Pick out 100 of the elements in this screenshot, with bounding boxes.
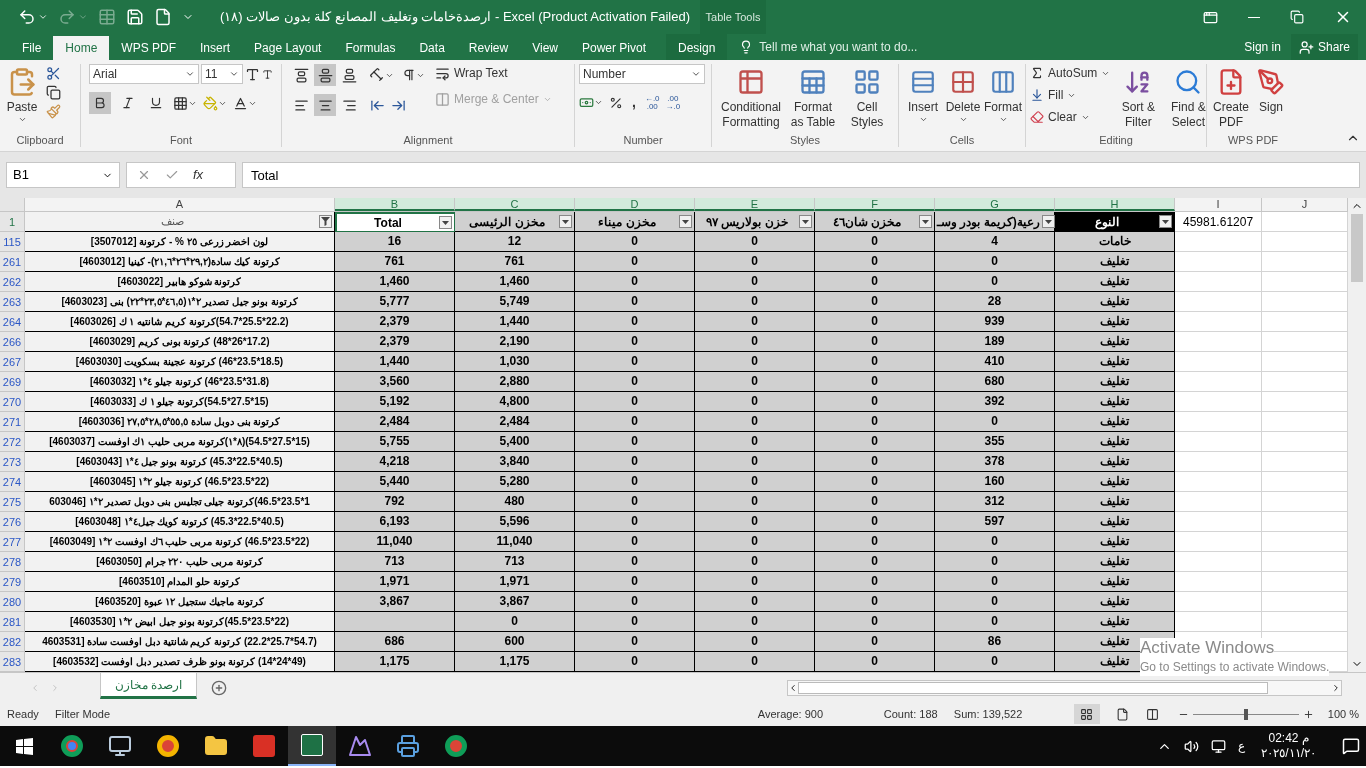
clock[interactable]: 02:42 م ٢٠٢٥/١١/٢٠ <box>1257 731 1320 761</box>
menu-tab[interactable]: Power Pivot <box>569 36 658 60</box>
row-number[interactable]: 280 <box>0 592 25 612</box>
menu-tab[interactable]: Page Layout <box>242 36 334 60</box>
center-button[interactable] <box>314 94 336 116</box>
cancel-button[interactable] <box>137 168 151 182</box>
menu-tab[interactable]: Data <box>407 36 457 60</box>
pdf-button[interactable]: Sign <box>1251 64 1291 130</box>
comma-style-button[interactable]: , <box>629 92 639 113</box>
share-button[interactable]: Share <box>1290 34 1358 60</box>
font-size-dropdown[interactable]: 11 <box>201 64 243 84</box>
pdf-button[interactable]: Create PDF <box>1211 64 1251 130</box>
menu-tab[interactable]: Design <box>666 36 728 60</box>
scrollbar-thumb[interactable] <box>798 681 1269 694</box>
percent-button[interactable] <box>609 95 623 110</box>
filter-applied-button[interactable] <box>319 215 332 228</box>
menu-tab[interactable]: Review <box>456 36 521 60</box>
editing-button[interactable]: Sort & Filter <box>1116 64 1161 130</box>
middle-align-button[interactable] <box>314 64 336 86</box>
row-number[interactable]: 267 <box>0 352 25 372</box>
column-header[interactable]: E <box>695 198 815 211</box>
column-header[interactable]: D <box>575 198 695 211</box>
notifications-button[interactable] <box>1342 737 1360 755</box>
formula-field[interactable]: Total <box>242 162 1360 188</box>
copy-button[interactable] <box>46 85 61 100</box>
menu-tab[interactable]: View <box>520 36 570 60</box>
styles-button[interactable]: Cell Styles <box>840 64 894 130</box>
menu-tab[interactable]: Insert <box>188 36 243 60</box>
zoom-slider-thumb[interactable] <box>1243 708 1248 720</box>
menu-tab[interactable]: Formulas <box>333 36 408 60</box>
filter-dropdown-button[interactable] <box>1159 215 1172 228</box>
editing-button[interactable]: Find & Select <box>1166 64 1211 130</box>
ribbon-display-button[interactable] <box>1203 9 1218 25</box>
menu-tab[interactable]: WPS PDF <box>109 36 189 60</box>
borders-button[interactable] <box>173 95 197 111</box>
paste-button[interactable]: Paste <box>4 64 40 124</box>
row-number[interactable]: 277 <box>0 532 25 552</box>
accounting-format-button[interactable] <box>579 95 603 110</box>
decimal-button[interactable]: .00 →.0 <box>665 94 681 111</box>
editing-button[interactable]: Clear <box>1030 108 1111 126</box>
sign-in-link[interactable]: Sign in <box>1234 38 1291 56</box>
number-format-dropdown[interactable]: Number <box>579 64 705 84</box>
column-header[interactable]: B <box>335 198 455 211</box>
filter-dropdown-button[interactable] <box>919 215 932 228</box>
row-number[interactable]: 283 <box>0 652 25 672</box>
row-number[interactable]: 271 <box>0 412 25 432</box>
zoom-in-button[interactable] <box>1302 708 1314 720</box>
filter-dropdown-button[interactable] <box>559 215 572 228</box>
row-number[interactable]: 272 <box>0 432 25 452</box>
font-color-button[interactable] <box>233 95 257 111</box>
taskbar-button[interactable] <box>288 726 336 766</box>
row-number[interactable]: 1 <box>0 212 25 232</box>
name-box[interactable]: B1 <box>6 162 120 188</box>
grow-font-button[interactable] <box>245 66 260 82</box>
row-number[interactable]: 276 <box>0 512 25 532</box>
cells-button[interactable]: Insert <box>903 64 943 124</box>
row-number[interactable]: 278 <box>0 552 25 572</box>
column-header[interactable]: G <box>935 198 1055 211</box>
editing-button[interactable]: AutoSum <box>1030 64 1111 82</box>
row-number[interactable]: 261 <box>0 252 25 272</box>
styles-button[interactable]: Conditional Formatting <box>716 64 786 130</box>
filter-dropdown-button[interactable] <box>799 215 812 228</box>
enter-button[interactable] <box>165 168 179 182</box>
new-file-button[interactable] <box>154 8 172 26</box>
row-number[interactable]: 274 <box>0 472 25 492</box>
column-header[interactable]: H <box>1055 198 1175 211</box>
scrollbar-thumb[interactable] <box>1351 214 1363 282</box>
cells-button[interactable]: Format <box>983 64 1023 124</box>
cut-button[interactable] <box>46 66 61 81</box>
save-button[interactable] <box>126 8 144 26</box>
tell-me-field[interactable]: Tell me what you want to do... <box>759 38 960 56</box>
insert-function-button[interactable]: fx <box>193 165 204 185</box>
decimal-button[interactable]: ←.0 .00 <box>644 94 660 111</box>
normal-view-button[interactable] <box>1073 704 1100 724</box>
row-number[interactable]: 279 <box>0 572 25 592</box>
bold-button[interactable] <box>89 92 111 114</box>
filter-dropdown-button[interactable] <box>1041 215 1055 228</box>
editing-button[interactable]: Fill <box>1030 86 1111 104</box>
filter-dropdown-button[interactable] <box>439 216 452 229</box>
row-number[interactable]: 275 <box>0 492 25 512</box>
volume-button[interactable] <box>1184 738 1200 754</box>
column-header[interactable]: A <box>25 198 335 211</box>
font-name-dropdown[interactable]: Arial <box>89 64 199 84</box>
row-number[interactable]: 282 <box>0 632 25 652</box>
column-header[interactable]: F <box>815 198 935 211</box>
horizontal-scrollbar[interactable] <box>787 679 1342 696</box>
column-header[interactable]: I <box>1175 198 1262 211</box>
row-number[interactable]: 270 <box>0 392 25 412</box>
row-number[interactable]: 262 <box>0 272 25 292</box>
menu-tab[interactable]: File <box>10 36 54 60</box>
sheet-tab[interactable]: ارصدة مخازن <box>100 673 198 699</box>
row-number[interactable]: 266 <box>0 332 25 352</box>
undo-button[interactable] <box>18 8 48 26</box>
row-number[interactable]: 273 <box>0 452 25 472</box>
add-sheet-button[interactable] <box>211 679 228 696</box>
network-button[interactable] <box>1211 738 1227 754</box>
row-number[interactable]: 264 <box>0 312 25 332</box>
column-header[interactable]: J <box>1262 198 1348 211</box>
wrap-text-button[interactable]: Wrap Text <box>435 64 552 82</box>
styles-button[interactable]: Format as Table <box>786 64 840 130</box>
